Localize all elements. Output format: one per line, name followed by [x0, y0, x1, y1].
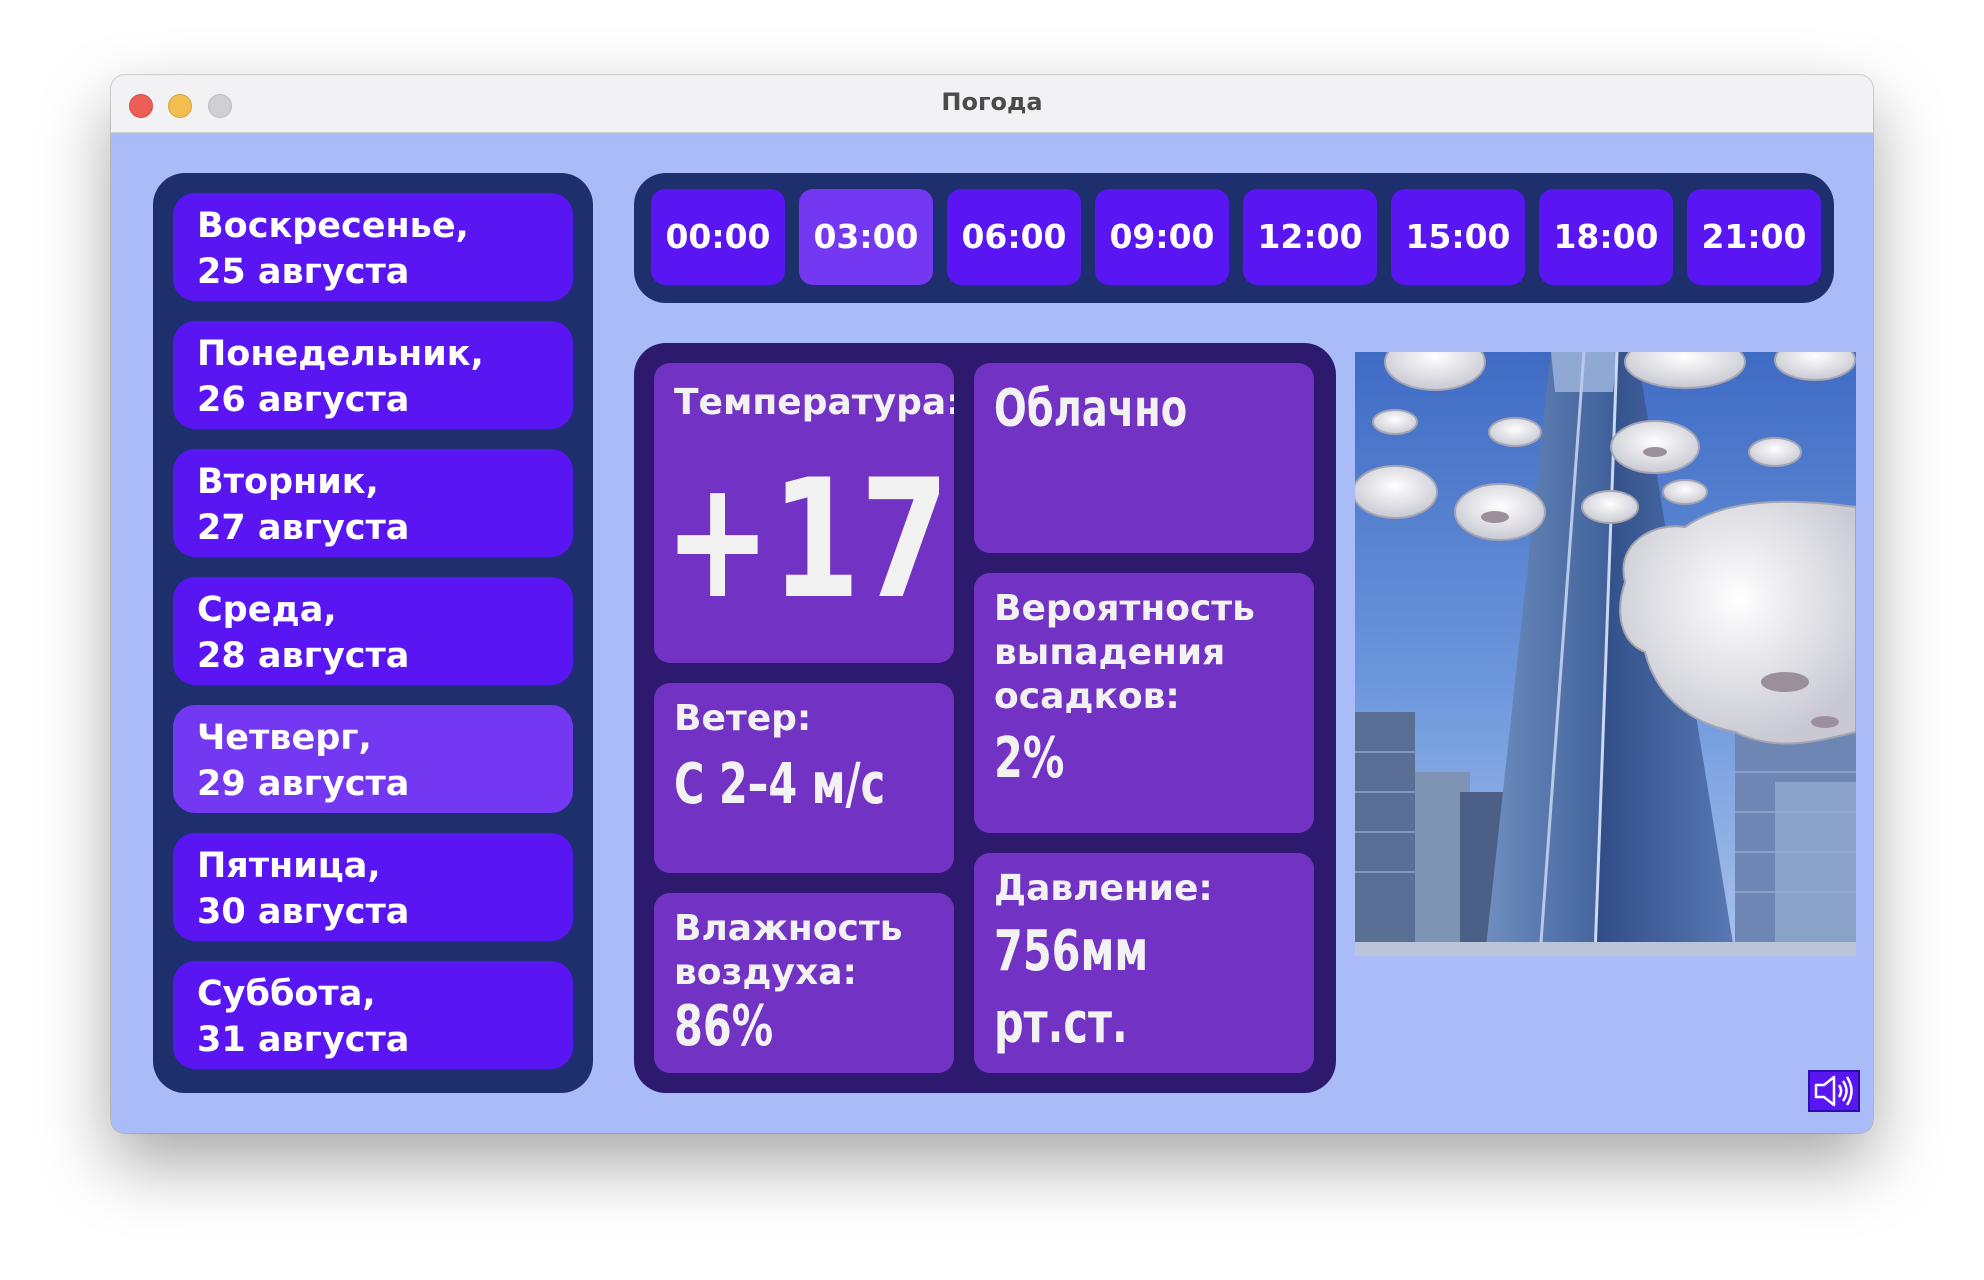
weather-illustration-image — [1355, 352, 1856, 956]
humidity-label-line1: Влажность — [674, 908, 903, 949]
window-title: Погода — [941, 88, 1043, 116]
hour-button-1200[interactable]: 12:00 — [1243, 189, 1377, 285]
humidity-label-line2: воздуха: — [674, 952, 857, 993]
day-item-wednesday[interactable]: Среда, 28 августа — [173, 577, 573, 685]
hours-panel: 00:00 03:00 06:00 09:00 12:00 15:00 18:0… — [634, 173, 1834, 303]
day-item-monday[interactable]: Понедельник, 26 августа — [173, 321, 573, 429]
day-date: 25 августа — [197, 252, 410, 292]
day-date: 28 августа — [197, 636, 410, 676]
day-item-sunday[interactable]: Воскресенье, 25 августа — [173, 193, 573, 301]
wind-card: Ветер: С 2–4 м/с — [654, 683, 954, 873]
temperature-card: Температура: +17 — [654, 363, 954, 663]
hour-button-1500[interactable]: 15:00 — [1391, 189, 1525, 285]
pressure-card: Давление: 756мм рт.ст. — [974, 853, 1314, 1073]
day-name: Вторник, — [197, 462, 379, 502]
day-item-friday[interactable]: Пятница, 30 августа — [173, 833, 573, 941]
day-name: Пятница, — [197, 846, 381, 886]
day-name: Четверг, — [197, 718, 372, 758]
day-date: 27 августа — [197, 508, 410, 548]
day-name: Понедельник, — [197, 334, 484, 374]
hour-button-0000[interactable]: 00:00 — [651, 189, 785, 285]
hour-button-2100[interactable]: 21:00 — [1687, 189, 1821, 285]
hour-button-0300[interactable]: 03:00 — [799, 189, 933, 285]
main-content: Воскресенье, 25 августа Понедельник, 26 … — [111, 133, 1873, 1133]
day-name: Воскресенье, — [197, 206, 469, 246]
weather-details-panel: Температура: +17 Облачно Ветер: С 2–4 м/… — [634, 343, 1336, 1093]
condition-card: Облачно — [974, 363, 1314, 553]
hour-button-0600[interactable]: 06:00 — [947, 189, 1081, 285]
pressure-label: Давление: — [994, 868, 1213, 909]
day-date: 31 августа — [197, 1020, 410, 1060]
hour-button-1800[interactable]: 18:00 — [1539, 189, 1673, 285]
day-item-tuesday[interactable]: Вторник, 27 августа — [173, 449, 573, 557]
wind-label: Ветер: — [674, 698, 812, 739]
speaker-icon — [1814, 1075, 1853, 1107]
wind-value: С 2–4 м/с — [674, 752, 886, 817]
day-item-saturday[interactable]: Суббота, 31 августа — [173, 961, 573, 1069]
precipitation-label-line1: Вероятность — [994, 588, 1255, 629]
day-date: 30 августа — [197, 892, 410, 932]
humidity-card: Влажность воздуха: 86% — [654, 893, 954, 1073]
precipitation-label-line2: выпадения — [994, 632, 1226, 673]
hour-button-0900[interactable]: 09:00 — [1095, 189, 1229, 285]
day-item-thursday[interactable]: Четверг, 29 августа — [173, 705, 573, 813]
humidity-value: 86% — [674, 994, 774, 1059]
sound-toggle-button[interactable] — [1808, 1070, 1860, 1112]
precipitation-value: 2% — [994, 726, 1065, 791]
temperature-value: +17 — [664, 444, 950, 635]
day-name: Среда, — [197, 590, 337, 630]
day-date: 29 августа — [197, 764, 410, 804]
day-date: 26 августа — [197, 380, 410, 420]
day-name: Суббота, — [197, 974, 376, 1014]
pressure-value-line1: 756мм — [994, 919, 1149, 984]
app-window: Погода Воскресенье, 25 августа Понедельн… — [111, 75, 1873, 1133]
condition-value: Облачно — [994, 379, 1188, 439]
pressure-value-line2: рт.ст. — [994, 991, 1128, 1056]
days-panel: Воскресенье, 25 августа Понедельник, 26 … — [153, 173, 593, 1093]
precipitation-label-line3: осадков: — [994, 676, 1180, 717]
precipitation-card: Вероятность выпадения осадков: 2% — [974, 573, 1314, 833]
temperature-label: Температура: — [674, 382, 954, 423]
title-bar: Погода — [111, 75, 1873, 133]
